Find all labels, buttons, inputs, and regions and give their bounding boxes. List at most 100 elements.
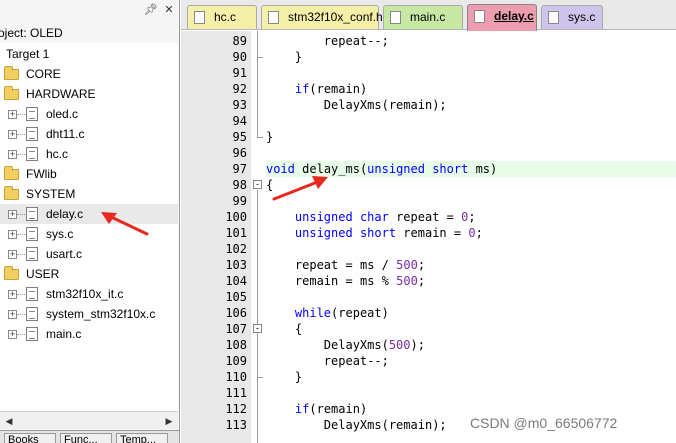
line-number: 109 xyxy=(225,354,247,368)
line-number: 101 xyxy=(225,226,247,240)
tree-file[interactable]: + stm32f10x_it.c xyxy=(0,284,178,304)
code-line[interactable]: } xyxy=(266,129,273,145)
tree-file[interactable]: + oled.c xyxy=(0,104,178,124)
expand-icon[interactable]: + xyxy=(8,110,17,119)
fold-end xyxy=(257,137,263,138)
tab-stm32f10x_conf-h[interactable]: stm32f10x_conf.h xyxy=(261,5,383,29)
line-number: 104 xyxy=(225,274,247,288)
scroll-right-icon[interactable]: ▶ xyxy=(162,414,176,428)
line-number: 110 xyxy=(225,370,247,384)
line-number: 98 xyxy=(232,178,247,192)
tree-file[interactable]: + hc.c xyxy=(0,144,178,164)
tree-group-hardware[interactable]: HARDWARE xyxy=(0,84,178,104)
tab-label: stm32f10x_conf.h xyxy=(288,10,383,24)
folder-icon xyxy=(4,66,19,80)
tab-functions-label: Func... xyxy=(64,434,98,443)
file-icon xyxy=(194,11,205,24)
code-line[interactable]: unsigned short remain = 0; xyxy=(266,225,483,241)
line-number-gutter: 89 90 91 92 93 94 95 96 97 98 99 100 101 102 103 104 105… xyxy=(181,31,251,443)
tab-label: main.c xyxy=(410,10,446,24)
code-line[interactable]: DelayXms(remain); xyxy=(266,417,447,433)
tree-file-label: dht11.c xyxy=(46,127,85,141)
tree-group-user[interactable]: USER xyxy=(0,264,178,284)
tree-file[interactable]: + dht11.c xyxy=(0,124,178,144)
folder-icon xyxy=(4,266,19,280)
tree-connector xyxy=(17,314,25,315)
expand-icon[interactable]: + xyxy=(8,250,17,259)
tab-books[interactable]: Books xyxy=(4,433,56,443)
project-panel: 📌︎ ✕ oject: OLED Target 1 CORE HARDWARE + ol… xyxy=(0,0,180,443)
code-line[interactable]: } xyxy=(266,369,302,385)
project-panel-header: 📌︎ ✕ xyxy=(0,0,179,22)
tree-connector xyxy=(17,294,25,295)
code-line[interactable]: repeat--; xyxy=(266,33,389,49)
code-line[interactable]: remain = ms % 500; xyxy=(266,273,425,289)
tree-group-system[interactable]: SYSTEM xyxy=(0,184,178,204)
tab-label: sys.c xyxy=(568,10,596,24)
tree-file-label: main.c xyxy=(46,327,82,341)
tab-templates-label: Temp... xyxy=(120,434,157,443)
code-line[interactable]: { xyxy=(266,321,302,337)
line-number: 90 xyxy=(232,50,247,64)
tree-connector xyxy=(17,154,25,155)
expand-icon[interactable]: + xyxy=(8,330,17,339)
project-tree[interactable]: Target 1 CORE HARDWARE + oled.c + dht11.c + hc.c… xyxy=(0,43,178,411)
line-number: 108 xyxy=(225,338,247,352)
scroll-left-icon[interactable]: ◀ xyxy=(2,414,16,428)
tab-functions[interactable]: Func... xyxy=(60,433,112,443)
tree-target[interactable]: Target 1 xyxy=(0,44,178,64)
fold-line xyxy=(257,31,258,137)
tree-group-label: HARDWARE xyxy=(26,87,96,101)
code-line[interactable]: DelayXms(remain); xyxy=(266,97,447,113)
expand-icon[interactable]: + xyxy=(8,150,17,159)
code-line[interactable]: repeat--; xyxy=(266,353,389,369)
tab-label: delay.c xyxy=(494,9,534,23)
code-line[interactable]: DelayXms(500); xyxy=(266,337,425,353)
line-number: 102 xyxy=(225,242,247,256)
code-editor[interactable]: 89 90 91 92 93 94 95 96 97 98 99 100 101 102 103 104 105… xyxy=(181,31,676,443)
expand-icon[interactable]: + xyxy=(8,290,17,299)
close-icon[interactable]: ✕ xyxy=(162,3,176,17)
tab-delay-c[interactable]: delay.c xyxy=(467,4,537,31)
code-line[interactable]: if(remain) xyxy=(266,401,367,417)
expand-icon[interactable]: + xyxy=(8,130,17,139)
panel-bottom-tabs: Books Func... Temp... xyxy=(0,430,179,443)
tree-file[interactable]: + system_stm32f10x.c xyxy=(0,304,178,324)
line-number: 92 xyxy=(232,82,247,96)
file-icon xyxy=(26,307,38,321)
tree-file-label: delay.c xyxy=(46,207,84,221)
code-line[interactable]: if(remain) xyxy=(266,81,367,97)
expand-icon[interactable]: + xyxy=(8,210,17,219)
tree-file[interactable]: + sys.c xyxy=(0,224,178,244)
tab-main-c[interactable]: main.c xyxy=(383,5,463,29)
fold-toggle-icon[interactable]: - xyxy=(253,324,262,333)
code-line[interactable]: while(repeat) xyxy=(266,305,389,321)
code-line[interactable]: void delay_ms(unsigned short ms) xyxy=(266,161,676,177)
tree-group-fwlib[interactable]: FWlib xyxy=(0,164,178,184)
tree-connector xyxy=(17,234,25,235)
tree-file[interactable]: + usart.c xyxy=(0,244,178,264)
file-icon xyxy=(268,11,279,24)
code-line[interactable]: { xyxy=(266,177,273,193)
expand-icon[interactable]: + xyxy=(8,230,17,239)
tab-templates[interactable]: Temp... xyxy=(116,433,168,443)
pin-icon[interactable]: 📌︎ xyxy=(144,3,158,17)
folder-icon xyxy=(4,86,19,100)
tab-label: hc.c xyxy=(214,10,237,24)
tree-file[interactable]: + main.c xyxy=(0,324,178,344)
file-icon xyxy=(26,127,38,141)
code-line[interactable]: unsigned char repeat = 0; xyxy=(266,209,476,225)
tab-sys-c[interactable]: sys.c xyxy=(541,5,603,29)
code-line[interactable]: repeat = ms / 500; xyxy=(266,257,425,273)
code-line[interactable]: } xyxy=(266,49,302,65)
expand-icon[interactable]: + xyxy=(8,310,17,319)
tree-file-label: hc.c xyxy=(46,147,69,161)
tree-file[interactable]: + delay.c xyxy=(0,204,178,224)
tree-group-core[interactable]: CORE xyxy=(0,64,178,84)
fold-toggle-icon[interactable]: - xyxy=(253,180,262,189)
horizontal-scrollbar[interactable]: ◀ ▶ xyxy=(0,411,178,429)
tree-file-label: system_stm32f10x.c xyxy=(46,307,156,321)
tree-target-label: Target 1 xyxy=(6,47,50,61)
line-number: 106 xyxy=(225,306,247,320)
tab-hc-c[interactable]: hc.c xyxy=(187,5,257,29)
